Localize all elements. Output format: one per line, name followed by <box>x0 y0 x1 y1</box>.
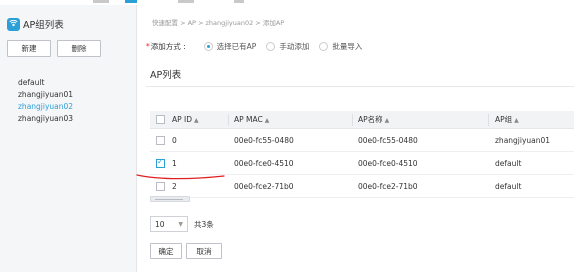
page-size-value: 10 <box>155 219 165 229</box>
ap-group-icon <box>7 17 20 31</box>
cancel-button[interactable]: 取消 <box>186 243 222 259</box>
radio-batch-import[interactable]: 批量导入 <box>319 41 362 52</box>
radio-label: 手动添加 <box>279 42 310 51</box>
section-title: AP列表 <box>150 70 182 81</box>
cell-ap-mac: 00e0-fce0-4510 <box>234 159 294 168</box>
sidebar: AP组列表 新建 删除 default zhangjiyuan01 zhangj… <box>0 5 137 272</box>
group-list: default zhangjiyuan01 zhangjiyuan02 zhan… <box>18 77 73 125</box>
cell-ap-id: 1 <box>172 159 177 168</box>
cell-ap-mac: 00e0-fce2-71b0 <box>234 182 294 191</box>
column-header-ap-mac[interactable]: AP MAC ▲ <box>234 111 269 129</box>
nav-item-active-fragment[interactable] <box>125 0 137 3</box>
cell-ap-mac: 00e0-fc55-0480 <box>234 136 294 145</box>
table-row[interactable]: 1 00e0-fce0-4510 00e0-fce0-4510 default <box>150 152 574 175</box>
column-header-ap-group[interactable]: AP组 ▲ <box>495 111 519 129</box>
new-group-button[interactable]: 新建 <box>7 40 51 57</box>
radio-icon[interactable] <box>266 42 276 51</box>
cell-ap-group: zhangjiyuan01 <box>495 136 551 145</box>
page-size-select[interactable]: 10 ▼ <box>150 216 188 232</box>
section-divider <box>146 86 574 87</box>
cell-ap-group: default <box>495 159 522 168</box>
radio-label: 批量导入 <box>332 42 363 51</box>
radio-select-existing[interactable]: 选择已有AP <box>203 41 257 52</box>
sort-icon[interactable]: ▲ <box>194 117 199 124</box>
breadcrumb: 快速配置 > AP > zhangjiyuan02 > 添加AP <box>152 19 285 27</box>
sidebar-item-default[interactable]: default <box>18 77 73 89</box>
radio-manual-add[interactable]: 手动添加 <box>266 41 309 52</box>
radio-selected-icon[interactable] <box>203 42 213 51</box>
column-divider[interactable] <box>352 114 353 126</box>
add-method-row: * 添加方式 : 选择已有AP 手动添加 批量导入 <box>146 41 372 52</box>
ok-button[interactable]: 确定 <box>150 243 182 259</box>
row-checkbox[interactable] <box>156 182 165 191</box>
nav-item-fragment[interactable] <box>234 0 244 3</box>
nav-item-fragment[interactable] <box>178 0 194 3</box>
red-underline-annotation <box>136 174 225 180</box>
sort-icon[interactable]: ▲ <box>265 117 270 124</box>
column-divider[interactable] <box>488 114 489 126</box>
cell-ap-name: 00e0-fce2-71b0 <box>358 182 418 191</box>
select-all-checkbox[interactable] <box>156 115 165 124</box>
sort-icon[interactable]: ▲ <box>385 117 390 124</box>
cell-ap-name: 00e0-fce0-4510 <box>358 159 418 168</box>
ap-table: AP ID ▲ AP MAC ▲ AP名称 ▲ AP组 ▲ 0 00e0-fc55-04… <box>150 111 574 198</box>
cell-ap-group: default <box>495 182 522 191</box>
table-header: AP ID ▲ AP MAC ▲ AP名称 ▲ AP组 ▲ <box>150 111 574 129</box>
chevron-down-icon[interactable]: ▼ <box>178 221 183 228</box>
table-row[interactable]: 0 00e0-fc55-0480 00e0-fc55-0480 zhangjiy… <box>150 129 574 152</box>
sort-icon[interactable]: ▲ <box>514 117 519 124</box>
row-checkbox-checked[interactable] <box>156 157 165 168</box>
sidebar-title: AP组列表 <box>23 20 64 31</box>
column-header-ap-id[interactable]: AP ID ▲ <box>172 111 199 129</box>
sidebar-header: AP组列表 <box>7 17 64 31</box>
sidebar-item-zhangjiyuan01[interactable]: zhangjiyuan01 <box>18 89 73 101</box>
pagination: 10 ▼ 共3条 <box>150 216 214 232</box>
nav-item-fragment[interactable] <box>93 0 109 3</box>
required-mark: * <box>146 42 150 51</box>
radio-icon[interactable] <box>319 42 329 51</box>
radio-label: 选择已有AP <box>216 42 257 51</box>
horizontal-scrollbar[interactable] <box>150 196 190 202</box>
column-divider[interactable] <box>228 114 229 126</box>
delete-group-button[interactable]: 删除 <box>57 40 101 57</box>
cell-ap-id: 0 <box>172 136 177 145</box>
total-count: 共3条 <box>194 219 214 229</box>
cell-ap-name: 00e0-fc55-0480 <box>358 136 418 145</box>
add-method-label: 添加方式 : <box>150 42 186 51</box>
column-header-ap-name[interactable]: AP名称 ▲ <box>358 111 389 129</box>
row-checkbox[interactable] <box>156 136 165 145</box>
sidebar-item-zhangjiyuan03[interactable]: zhangjiyuan03 <box>18 113 73 125</box>
sidebar-item-zhangjiyuan02[interactable]: zhangjiyuan02 <box>18 101 73 113</box>
